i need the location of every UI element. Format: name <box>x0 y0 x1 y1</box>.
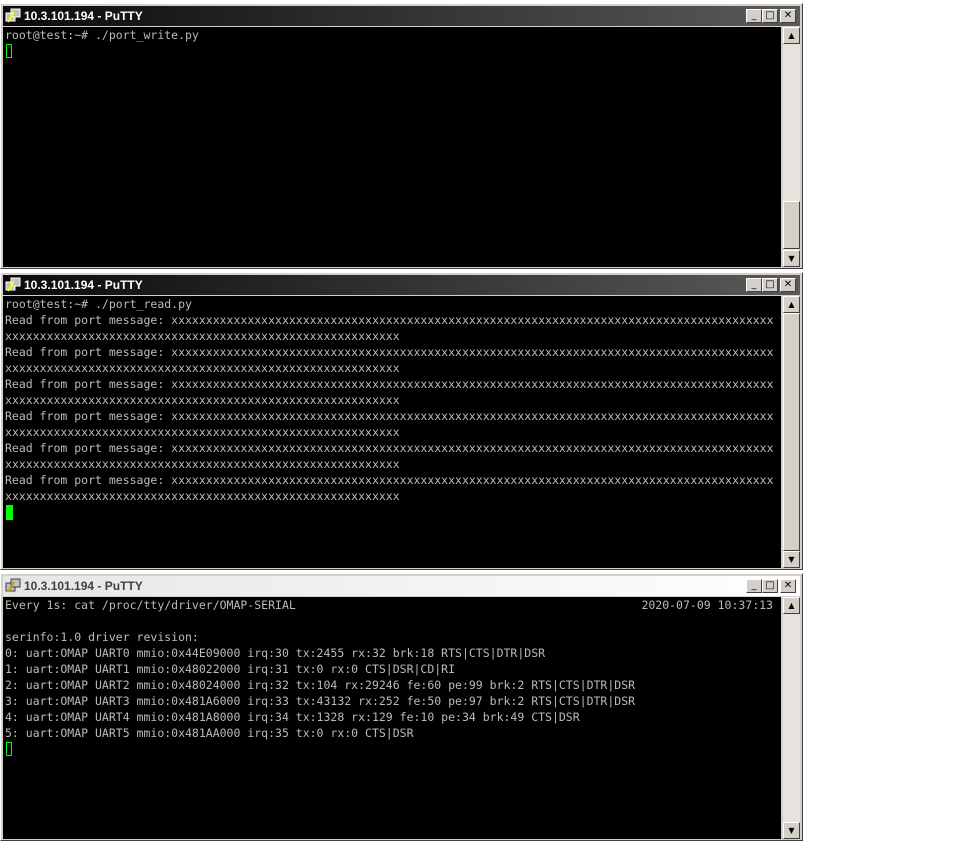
text-cursor <box>6 505 13 520</box>
arrow-down-icon: ▼ <box>788 826 795 835</box>
vertical-scrollbar[interactable]: ▲ ▼ <box>783 597 800 839</box>
window-title: 10.3.101.194 - PuTTY <box>24 9 143 23</box>
terminal-line: 0: uart:OMAP UART0 mmio:0x44E09000 irq:3… <box>5 646 546 660</box>
terminal-line: xxxxxxxxxxxxxxxxxxxxxxxxxxxxxxxxxxxxxxxx… <box>5 489 400 503</box>
maximize-icon: □ <box>765 279 775 290</box>
maximize-icon: □ <box>765 10 775 21</box>
arrow-down-icon: ▼ <box>788 555 795 564</box>
text-cursor <box>6 44 12 58</box>
arrow-down-icon: ▼ <box>788 254 795 263</box>
terminal-line: 2: uart:OMAP UART2 mmio:0x48024000 irq:3… <box>5 678 636 692</box>
terminal-line: xxxxxxxxxxxxxxxxxxxxxxxxxxxxxxxxxxxxxxxx… <box>5 393 400 407</box>
terminal-area[interactable]: Every 1s: cat /proc/tty/driver/OMAP-SERI… <box>3 597 781 839</box>
close-icon: ✕ <box>783 10 793 21</box>
terminal-line: root@test:~# ./port_write.py <box>5 28 199 42</box>
maximize-button[interactable]: □ <box>762 9 778 23</box>
terminal-line: Read from port message: xxxxxxxxxxxxxxxx… <box>5 441 774 455</box>
window-title: 10.3.101.194 - PuTTY <box>24 579 143 593</box>
text-cursor <box>6 742 12 756</box>
close-icon: ✕ <box>783 580 793 591</box>
watch-timestamp: 2020-07-09 10:37:13 <box>641 598 773 612</box>
scroll-up-button[interactable]: ▲ <box>783 296 800 313</box>
close-icon: ✕ <box>783 279 793 290</box>
minimize-icon: _ <box>751 279 757 290</box>
maximize-button[interactable]: □ <box>762 579 778 593</box>
terminal-area[interactable]: root@test:~# ./port_read.py Read from po… <box>3 296 781 568</box>
title-bar[interactable]: 10.3.101.194 - PuTTY _ □ ✕ <box>3 275 800 295</box>
window-title: 10.3.101.194 - PuTTY <box>24 278 143 292</box>
terminal-line: Read from port message: xxxxxxxxxxxxxxxx… <box>5 473 774 487</box>
minimize-button[interactable]: _ <box>746 579 762 593</box>
vertical-scrollbar[interactable]: ▲ ▼ <box>783 27 800 267</box>
arrow-up-icon: ▲ <box>788 601 795 610</box>
terminal-line: Read from port message: xxxxxxxxxxxxxxxx… <box>5 377 774 391</box>
arrow-up-icon: ▲ <box>788 300 795 309</box>
putty-icon <box>5 277 21 292</box>
terminal-line: Read from port message: xxxxxxxxxxxxxxxx… <box>5 313 774 327</box>
scroll-thumb[interactable] <box>783 313 800 551</box>
close-button[interactable]: ✕ <box>780 278 796 292</box>
terminal-line: 3: uart:OMAP UART3 mmio:0x481A6000 irq:3… <box>5 694 636 708</box>
scroll-down-button[interactable]: ▼ <box>783 551 800 568</box>
scroll-down-button[interactable]: ▼ <box>783 250 800 267</box>
putty-icon <box>5 578 21 593</box>
watch-command-header: Every 1s: cat /proc/tty/driver/OMAP-SERI… <box>5 598 296 612</box>
putty-window-read[interactable]: 10.3.101.194 - PuTTY _ □ ✕ root@test:~# … <box>0 272 803 570</box>
terminal-line: Read from port message: xxxxxxxxxxxxxxxx… <box>5 409 774 423</box>
terminal-line: Read from port message: xxxxxxxxxxxxxxxx… <box>5 345 774 359</box>
minimize-icon: _ <box>751 10 757 21</box>
scroll-down-button[interactable]: ▼ <box>783 822 800 839</box>
putty-window-write[interactable]: 10.3.101.194 - PuTTY _ □ ✕ root@test:~# … <box>0 3 803 269</box>
terminal-line: root@test:~# ./port_read.py <box>5 297 192 311</box>
minimize-button[interactable]: _ <box>746 278 762 292</box>
terminal-line: 5: uart:OMAP UART5 mmio:0x481AA000 irq:3… <box>5 726 414 740</box>
terminal-line: 4: uart:OMAP UART4 mmio:0x481A8000 irq:3… <box>5 710 580 724</box>
arrow-up-icon: ▲ <box>788 31 795 40</box>
title-bar[interactable]: 10.3.101.194 - PuTTY _ □ ✕ <box>3 576 800 596</box>
title-bar[interactable]: 10.3.101.194 - PuTTY _ □ ✕ <box>3 6 800 26</box>
minimize-button[interactable]: _ <box>746 9 762 23</box>
terminal-line: xxxxxxxxxxxxxxxxxxxxxxxxxxxxxxxxxxxxxxxx… <box>5 361 400 375</box>
putty-icon <box>5 8 21 23</box>
close-button[interactable]: ✕ <box>780 9 796 23</box>
scroll-thumb[interactable] <box>783 201 800 249</box>
minimize-icon: _ <box>751 580 757 591</box>
terminal-line: serinfo:1.0 driver revision: <box>5 630 199 644</box>
terminal-line: xxxxxxxxxxxxxxxxxxxxxxxxxxxxxxxxxxxxxxxx… <box>5 329 400 343</box>
scroll-up-button[interactable]: ▲ <box>783 597 800 614</box>
close-button[interactable]: ✕ <box>780 579 796 593</box>
terminal-line: xxxxxxxxxxxxxxxxxxxxxxxxxxxxxxxxxxxxxxxx… <box>5 425 400 439</box>
scroll-up-button[interactable]: ▲ <box>783 27 800 44</box>
terminal-area[interactable]: root@test:~# ./port_write.py <box>3 27 781 267</box>
terminal-line: 1: uart:OMAP UART1 mmio:0x48022000 irq:3… <box>5 662 456 676</box>
maximize-button[interactable]: □ <box>762 278 778 292</box>
putty-window-watch[interactable]: 10.3.101.194 - PuTTY _ □ ✕ Every 1s: cat… <box>0 573 803 841</box>
vertical-scrollbar[interactable]: ▲ ▼ <box>783 296 800 568</box>
maximize-icon: □ <box>765 580 775 591</box>
terminal-line: xxxxxxxxxxxxxxxxxxxxxxxxxxxxxxxxxxxxxxxx… <box>5 457 400 471</box>
